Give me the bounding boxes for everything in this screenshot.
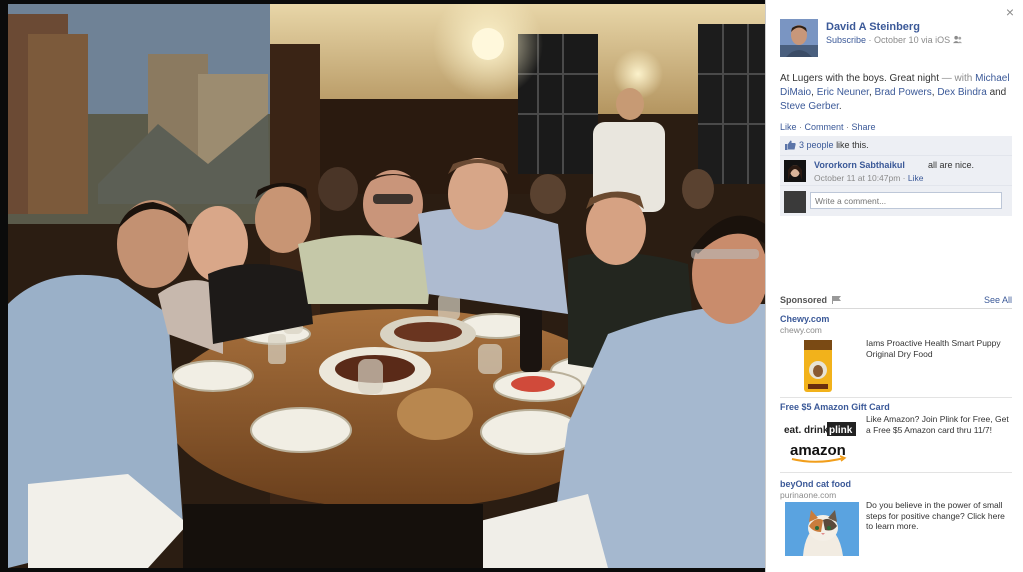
comment-timestamp[interactable]: October 11 at 10:47pm: [814, 173, 900, 183]
plink-wordmark: plink: [829, 425, 853, 436]
ad-body: Do you believe in the power of small ste…: [866, 500, 1005, 531]
post-photo[interactable]: [8, 4, 765, 568]
sponsored-title-text: Sponsored: [780, 295, 828, 305]
post-timestamp[interactable]: · October 10 via iOS: [869, 35, 951, 45]
dog-food-bag-image[interactable]: [798, 338, 838, 393]
author-avatar[interactable]: [780, 19, 818, 57]
like-button[interactable]: Like: [780, 122, 797, 132]
plink-tagline: eat. drink.: [784, 425, 831, 436]
sponsored-section: Sponsored See All Chewy.com chewy.com Ia…: [780, 295, 1012, 556]
tagged-person-link[interactable]: Eric Neuner: [817, 87, 869, 98]
caption-text: At Lugers with the boys. Great night: [780, 73, 939, 84]
ad-item[interactable]: beyOnd cat food purinaone.com: [780, 479, 1012, 500]
ad-item[interactable]: Chewy.com chewy.com: [780, 314, 1012, 335]
restaurant-photo-illustration: [8, 4, 765, 568]
ad-domain: purinaone.com: [780, 490, 837, 500]
feedback-box: 3 people like this. Vororkorn Sabthaikul…: [780, 136, 1012, 216]
tag-separator: ,: [868, 87, 872, 98]
cat-photo[interactable]: [785, 502, 859, 556]
post-caption: At Lugers with the boys. Great night — w…: [780, 72, 1012, 114]
comment-input[interactable]: [810, 192, 1002, 209]
ad-divider: [780, 397, 1012, 398]
commenter-name-link[interactable]: Vororkorn Sabthaikul: [814, 160, 905, 170]
photo-stage: [0, 0, 765, 572]
post-actions: Like · Comment · Share: [780, 122, 876, 132]
comment-text: all are nice.: [928, 160, 975, 170]
post-author-block: David A Steinberg Subscribe · October 10…: [780, 19, 1010, 59]
comment-meta: October 11 at 10:47pm · Like: [814, 173, 923, 183]
tag-end: .: [838, 101, 842, 112]
ad-title[interactable]: Free $5 Amazon Gift Card: [780, 402, 1012, 412]
likes-suffix: like this.: [836, 140, 869, 150]
ad-item[interactable]: Free $5 Amazon Gift Card: [780, 402, 1012, 412]
comment-meta-separator: ·: [900, 173, 908, 183]
viewer-avatar: [784, 191, 806, 213]
tag-separator: ,: [811, 87, 814, 98]
likers-link[interactable]: 3 people: [799, 140, 834, 150]
author-meta: Subscribe · October 10 via iOS: [826, 35, 962, 45]
ad-body: Like Amazon? Join Plink for Free, Get a …: [866, 414, 1009, 435]
tagged-person-link[interactable]: Brad Powers: [875, 87, 932, 98]
thumbs-up-icon: [785, 140, 796, 150]
tagged-person-link[interactable]: Dex Bindra: [937, 87, 986, 98]
ad-title[interactable]: Chewy.com: [780, 314, 1012, 324]
sponsored-title: Sponsored: [780, 295, 842, 305]
share-button[interactable]: Share: [852, 122, 876, 132]
commenter-avatar-image: [784, 160, 806, 182]
comment-composer: [780, 186, 1012, 216]
tag-and: and: [989, 87, 1007, 98]
ad-title[interactable]: beyOnd cat food: [780, 479, 1012, 489]
ad-divider: [780, 472, 1012, 473]
likes-summary: 3 people like this.: [780, 136, 1012, 156]
commenter-avatar[interactable]: [784, 160, 806, 182]
close-icon[interactable]: ×: [1004, 5, 1016, 19]
plink-amazon-logo[interactable]: eat. drink. plink amazon: [782, 419, 858, 465]
caption-with: — with: [941, 73, 973, 84]
tagged-person-link[interactable]: Steve Gerber: [780, 101, 839, 112]
ad-domain: chewy.com: [780, 325, 822, 335]
comment-like-button[interactable]: Like: [908, 173, 924, 183]
comment-item: Vororkorn Sabthaikul all are nice. Octob…: [780, 156, 1012, 186]
friends-icon[interactable]: [952, 35, 962, 44]
avatar-image: [780, 19, 818, 57]
sponsored-header: Sponsored See All: [780, 295, 1012, 309]
flag-icon[interactable]: [831, 296, 842, 304]
see-all-link[interactable]: See All: [984, 295, 1012, 305]
tag-separator: ,: [931, 87, 935, 98]
amazon-wordmark: amazon: [790, 442, 846, 459]
comment-button[interactable]: Comment: [805, 122, 844, 132]
ad-body: Iams Proactive Health Smart Puppy Origin…: [866, 338, 1001, 359]
post-side-panel: × David A Steinberg Subscribe · October …: [765, 0, 1023, 572]
author-name-link[interactable]: David A Steinberg: [826, 21, 920, 33]
action-separator: ·: [796, 122, 805, 132]
action-separator: ·: [843, 122, 852, 132]
subscribe-link[interactable]: Subscribe: [826, 35, 866, 45]
